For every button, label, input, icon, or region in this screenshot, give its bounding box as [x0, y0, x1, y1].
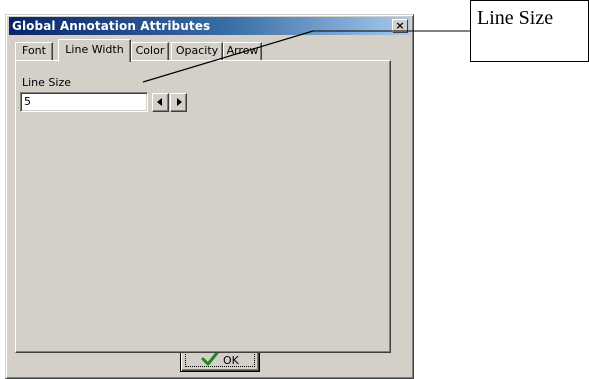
arrow-right-icon: [177, 98, 182, 106]
line-size-input[interactable]: 5: [20, 92, 148, 112]
increase-button[interactable]: [170, 93, 187, 112]
callout-box: Line Size: [470, 0, 589, 62]
callout-text: Line Size: [477, 7, 554, 29]
tab-arrow[interactable]: Arrow: [223, 42, 262, 60]
tab-opacity[interactable]: Opacity: [171, 42, 223, 60]
decrease-button[interactable]: [152, 93, 169, 112]
tab-font[interactable]: Font: [15, 42, 53, 60]
checkmark-icon: [201, 351, 219, 366]
window-title: Global Annotation Attributes: [12, 19, 211, 33]
tab-line-width-label: Line Width: [65, 43, 124, 56]
tab-opacity-label: Opacity: [175, 44, 219, 57]
tab-font-label: Font: [22, 44, 46, 57]
global-annotation-attributes-dialog: Global Annotation Attributes × Font Line…: [5, 14, 414, 379]
close-icon: ×: [395, 19, 405, 32]
line-size-value: 5: [24, 95, 31, 108]
ok-label: OK: [223, 354, 239, 367]
title-bar[interactable]: Global Annotation Attributes ×: [9, 17, 410, 35]
tab-color-label: Color: [135, 44, 165, 57]
close-button[interactable]: ×: [392, 19, 408, 33]
tab-color[interactable]: Color: [131, 42, 169, 60]
tab-arrow-label: Arrow: [226, 44, 259, 57]
tab-line-width[interactable]: Line Width: [58, 39, 131, 62]
focus-rectangle: [185, 352, 255, 367]
arrow-left-icon: [157, 98, 162, 106]
line-size-label: Line Size: [22, 76, 72, 89]
